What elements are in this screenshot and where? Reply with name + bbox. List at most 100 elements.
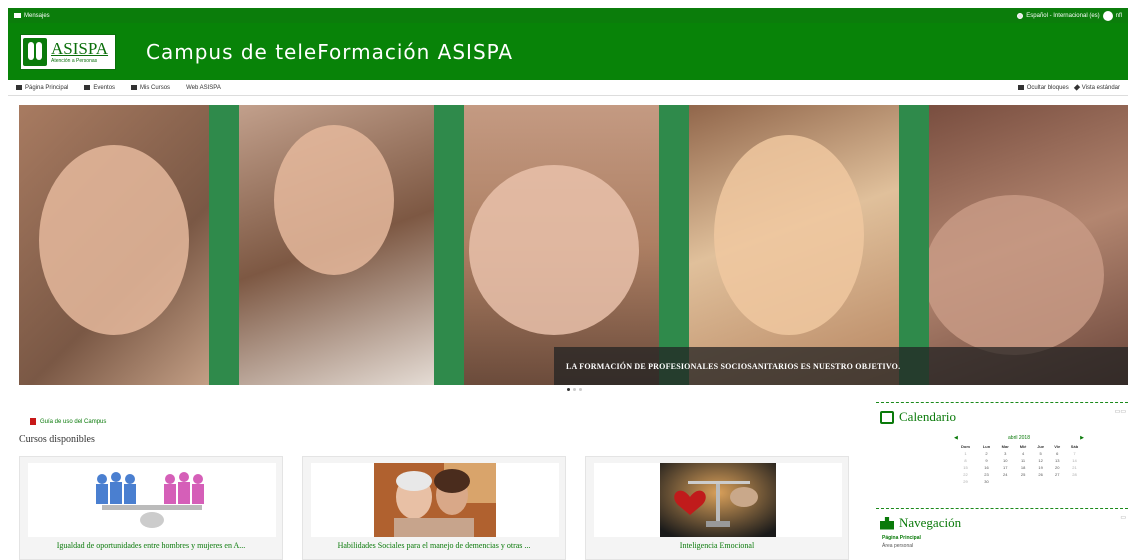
nav-bar: Página Principal Eventos Mis Cursos Web … bbox=[8, 80, 1128, 96]
messages-label: Mensajes bbox=[24, 12, 50, 19]
expand-icon bbox=[1073, 84, 1080, 91]
slide-bar bbox=[899, 105, 929, 385]
calendar-day[interactable]: 22 bbox=[954, 471, 977, 478]
calendar-day[interactable]: 15 bbox=[954, 464, 977, 471]
slide-bar bbox=[209, 105, 239, 385]
calendar-day[interactable]: 29 bbox=[954, 478, 977, 485]
calendar-day bbox=[1065, 478, 1084, 485]
site-header: ASISPA Atención a Personas Campus de tel… bbox=[8, 23, 1128, 80]
envelope-icon bbox=[14, 13, 21, 18]
calendar-day bbox=[996, 478, 1014, 485]
calendar-day[interactable]: 1 bbox=[954, 450, 977, 457]
block-dock-icon[interactable]: ▭▭ bbox=[1115, 408, 1126, 415]
language-selector[interactable]: Español - Internacional (es) bbox=[1026, 13, 1099, 19]
slide-bar bbox=[659, 105, 689, 385]
nav-tree-item[interactable]: Área personal bbox=[882, 543, 1122, 549]
pdf-icon bbox=[30, 418, 36, 425]
logo-tagline: Atención a Personas bbox=[51, 57, 98, 64]
mini-calendar: ◀ abril 2018 ▶ Dom Lun Mar Mié Jue Vie Sáb 123… bbox=[954, 435, 1084, 485]
slide-photo bbox=[19, 105, 224, 385]
course-title[interactable]: Igualdad de oportunidades entre hombres … bbox=[20, 541, 282, 550]
calendar-day[interactable]: 6 bbox=[1050, 450, 1065, 457]
calendar-day[interactable]: 24 bbox=[996, 471, 1014, 478]
calendar-day bbox=[1014, 478, 1031, 485]
course-title[interactable]: Inteligencia Emocional bbox=[586, 541, 848, 550]
carousel-dot[interactable] bbox=[573, 388, 576, 391]
image-carousel[interactable]: LA FORMACIÓN DE PROFESIONALES SOCIOSANIT… bbox=[19, 105, 1128, 385]
calendar-day[interactable]: 25 bbox=[1014, 471, 1031, 478]
calendar-day[interactable]: 21 bbox=[1065, 464, 1084, 471]
slide-photo bbox=[449, 105, 674, 385]
messages-link[interactable]: Mensajes bbox=[14, 13, 50, 19]
user-name[interactable]: nfl bbox=[1116, 13, 1122, 19]
calendar-day[interactable]: 3 bbox=[996, 450, 1014, 457]
calendar-day[interactable]: 7 bbox=[1065, 450, 1084, 457]
calendar-day-header: Lun bbox=[982, 444, 991, 449]
slide-photo bbox=[914, 105, 1128, 385]
globe-icon bbox=[1017, 12, 1024, 19]
logo-figures-icon bbox=[23, 37, 47, 66]
calendar-day[interactable]: 12 bbox=[1032, 457, 1050, 464]
course-card[interactable]: Igualdad de oportunidades entre hombres … bbox=[19, 456, 283, 560]
calendar-day[interactable]: 26 bbox=[1032, 471, 1050, 478]
calendar-day[interactable]: 14 bbox=[1065, 457, 1084, 464]
nav-item-my-courses[interactable]: Mis Cursos bbox=[131, 85, 170, 91]
calendar-day[interactable]: 23 bbox=[977, 471, 996, 478]
prev-month-icon[interactable]: ◀ bbox=[954, 435, 958, 441]
calendar-day[interactable]: 19 bbox=[1032, 464, 1050, 471]
nav-label: Mis Cursos bbox=[140, 84, 171, 91]
calendar-day[interactable]: 9 bbox=[977, 457, 996, 464]
calendar-day[interactable]: 5 bbox=[1032, 450, 1050, 457]
guide-link[interactable]: Guía de uso del Campus bbox=[30, 418, 106, 425]
nav-label: Web ASISPA bbox=[186, 84, 221, 91]
nav-tree-home[interactable]: Página Principal bbox=[882, 535, 1122, 541]
calendar-day[interactable]: 27 bbox=[1050, 471, 1065, 478]
calendar-day[interactable]: 30 bbox=[977, 478, 996, 485]
calendar-grid: Dom Lun Mar Mié Jue Vie Sáb 1 2 3 4 5 6 7 8 9 10 11 12 13 1… bbox=[954, 443, 1084, 485]
calendar-day[interactable]: 28 bbox=[1065, 471, 1084, 478]
calendar-day[interactable]: 16 bbox=[977, 464, 996, 471]
course-card[interactable]: Habilidades Sociales para el manejo de d… bbox=[302, 456, 566, 560]
page: Mensajes Español - Internacional (es) nf… bbox=[0, 0, 1128, 560]
slide-caption: LA FORMACIÓN DE PROFESIONALES SOCIOSANIT… bbox=[554, 347, 1128, 385]
calendar-day[interactable]: 20 bbox=[1050, 464, 1065, 471]
nav-item-web-asispa[interactable]: Web ASISPA bbox=[186, 85, 221, 91]
calendar-day-header: Jue bbox=[1037, 444, 1045, 449]
block-dock-icon[interactable]: ▭ bbox=[1120, 514, 1126, 521]
slide-bar bbox=[434, 105, 464, 385]
calendar-day[interactable]: 11 bbox=[1014, 457, 1031, 464]
courses-heading: Cursos disponibles bbox=[19, 434, 95, 445]
calendar-month[interactable]: abril 2018 bbox=[1008, 435, 1030, 441]
calendar-icon bbox=[880, 410, 894, 424]
calendar-day[interactable]: 2 bbox=[977, 450, 996, 457]
calendar-day-header: Mar bbox=[1001, 444, 1009, 449]
top-bar: Mensajes Español - Internacional (es) nf… bbox=[8, 8, 1128, 23]
calendar-block: Calendario ▭▭ ◀ abril 2018 ▶ Dom Lun Mar Mi… bbox=[876, 402, 1128, 502]
calendar-day[interactable]: 8 bbox=[954, 457, 977, 464]
calendar-day[interactable]: 4 bbox=[1014, 450, 1031, 457]
standard-view-button[interactable]: Vista estándar bbox=[1073, 84, 1120, 91]
nav-item-home[interactable]: Página Principal bbox=[16, 85, 68, 91]
calendar-day[interactable]: 17 bbox=[996, 464, 1014, 471]
site-logo[interactable]: ASISPA Atención a Personas bbox=[20, 33, 116, 70]
calendar-day[interactable]: 10 bbox=[996, 457, 1014, 464]
avatar[interactable] bbox=[1102, 10, 1113, 21]
nav-item-events[interactable]: Eventos bbox=[84, 85, 115, 91]
hide-blocks-button[interactable]: Ocultar bloques bbox=[1017, 85, 1069, 91]
calendar-day bbox=[1050, 478, 1065, 485]
carousel-dot[interactable] bbox=[579, 388, 582, 391]
course-title[interactable]: Habilidades Sociales para el manejo de d… bbox=[303, 541, 565, 550]
calendar-day-header: Vie bbox=[1054, 444, 1061, 449]
course-card[interactable]: Inteligencia Emocional bbox=[585, 456, 849, 560]
calendar-day[interactable]: 13 bbox=[1050, 457, 1065, 464]
carousel-dot[interactable] bbox=[567, 388, 570, 391]
home-icon bbox=[16, 85, 22, 90]
block-title: Calendario bbox=[899, 409, 957, 424]
sitemap-icon bbox=[880, 516, 894, 530]
next-month-icon[interactable]: ▶ bbox=[1080, 435, 1084, 441]
list-icon bbox=[1017, 85, 1024, 90]
course-image bbox=[594, 463, 842, 537]
slide-photo bbox=[674, 105, 914, 385]
calendar-day[interactable]: 18 bbox=[1014, 464, 1031, 471]
briefcase-icon bbox=[131, 85, 138, 90]
